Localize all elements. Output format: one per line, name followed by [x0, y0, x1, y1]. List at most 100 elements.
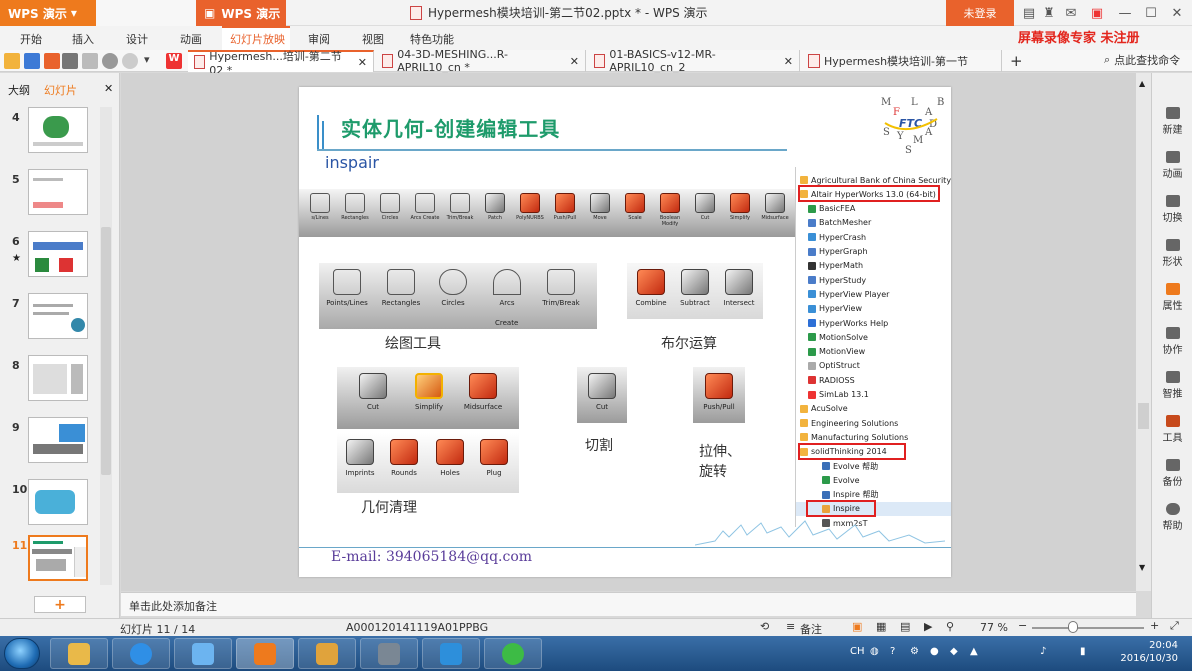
close-icon[interactable]: ✕ [104, 82, 113, 95]
notes-pane[interactable]: 单击此处添加备注 [121, 592, 1136, 616]
recovery-icon[interactable]: ⟲ [760, 620, 769, 633]
tab-slides[interactable]: 幻灯片 [44, 82, 77, 98]
save-icon[interactable] [24, 53, 40, 69]
wps-logo-icon[interactable]: W [166, 53, 182, 69]
ime-icon[interactable]: ◍ [870, 646, 879, 657]
scroll-down-icon[interactable]: ▼ [1139, 563, 1145, 572]
scrollbar-thumb[interactable] [101, 227, 111, 475]
export-pdf-icon[interactable] [44, 53, 60, 69]
menu-insert[interactable]: 插入 [72, 31, 94, 47]
taskbar-app-bird[interactable] [174, 638, 232, 669]
arcs-tool: Arcs [483, 269, 531, 307]
chevron-down-icon[interactable]: ▾ [144, 53, 154, 69]
transition-button[interactable]: 切换 [1152, 195, 1192, 224]
tab-outline[interactable]: 大纲 [8, 82, 30, 98]
open-folder-icon[interactable] [4, 53, 20, 69]
menu-view[interactable]: 视图 [362, 31, 384, 47]
feedback-icon[interactable]: ✉ [1062, 4, 1080, 22]
active-app-tab[interactable]: ▣ WPS 演示 [196, 0, 286, 26]
normal-view-icon[interactable]: ▣ [852, 620, 862, 633]
sorter-view-icon[interactable]: ▦ [876, 620, 886, 633]
zoom-slider[interactable] [1032, 627, 1144, 629]
wps-app-button[interactable]: WPS 演示 ▾ [0, 0, 96, 26]
slide-thumbnail[interactable]: 5 [0, 169, 100, 221]
settings-icon[interactable]: ⚙ [910, 646, 919, 657]
print-icon[interactable] [62, 53, 78, 69]
command-search[interactable]: ⌕ 点此查找命令 [1104, 52, 1180, 68]
shape-button[interactable]: 形状 [1152, 239, 1192, 268]
slide-thumbnail-active[interactable]: 11 [0, 535, 100, 587]
undo-icon[interactable] [102, 53, 118, 69]
taskbar-app-g[interactable] [422, 638, 480, 669]
menu-review[interactable]: 审阅 [308, 31, 330, 47]
zoom-in-icon[interactable]: + [1150, 619, 1159, 632]
animation-button[interactable]: 动画 [1152, 151, 1192, 180]
scroll-up-icon[interactable]: ▲ [1139, 79, 1145, 88]
new-button[interactable]: 新建 [1152, 107, 1192, 136]
new-tab-button[interactable]: + [1004, 50, 1028, 72]
slideshow-icon[interactable]: ▶ [924, 620, 932, 633]
menu-special[interactable]: 特色功能 [410, 31, 454, 47]
doc-tab-basics[interactable]: 01-BASICS-v12-MR-APRIL10_cn_2 ✕ [588, 48, 800, 74]
menu-slideshow[interactable]: 幻灯片放映 [230, 31, 285, 47]
home-tab[interactable] [96, 0, 196, 26]
close-icon[interactable]: ✕ [784, 55, 793, 68]
taskbar-app-blue[interactable] [112, 638, 170, 669]
close-icon[interactable]: ✕ [1168, 4, 1186, 22]
notes-toggle-icon[interactable]: ≡ [786, 620, 795, 633]
location-icon[interactable]: ⚲ [946, 620, 954, 633]
close-icon[interactable]: ✕ [358, 56, 367, 69]
slide-thumbnail[interactable]: 7 [0, 293, 100, 345]
system-clock[interactable]: 20:04 2016/10/30 [1108, 639, 1178, 665]
properties-button[interactable]: 属性 [1152, 283, 1192, 312]
taskbar-hypermesh[interactable] [298, 638, 356, 669]
shirt-icon[interactable]: ♜ [1040, 4, 1058, 22]
doc-tab-3d-meshing[interactable]: 04-3D-MESHING...R-APRIL10_cn * ✕ [376, 48, 586, 74]
antivirus-icon[interactable]: ◆ [950, 646, 958, 657]
taskbar-wps-presentation[interactable] [236, 638, 294, 669]
menu-animation[interactable]: 动画 [180, 31, 202, 47]
doc-tab-hypermesh-2[interactable]: Hypermesh...培训-第二节02 * ✕ [188, 50, 374, 77]
menu-start[interactable]: 开始 [20, 31, 42, 47]
slides-scrollbar[interactable] [100, 107, 112, 585]
close-icon[interactable]: ✕ [570, 55, 579, 68]
maximize-icon[interactable]: ☐ [1142, 4, 1160, 22]
preview-icon[interactable] [82, 53, 98, 69]
start-button[interactable] [4, 638, 40, 669]
taskbar-explorer[interactable] [50, 638, 108, 669]
add-slide-button[interactable]: + [34, 596, 86, 613]
slide-thumbnail[interactable]: 9 [0, 417, 100, 469]
scrollbar-thumb[interactable] [1138, 403, 1149, 429]
signal-icon[interactable]: ▮ [1080, 646, 1086, 657]
zoom-slider-handle[interactable] [1068, 621, 1078, 633]
fit-window-icon[interactable]: ⤢ [1170, 619, 1179, 633]
backup-button[interactable]: 备份 [1152, 459, 1192, 488]
skin-icon[interactable]: ▤ [1020, 4, 1038, 22]
reading-view-icon[interactable]: ▤ [900, 620, 910, 633]
help-tray-icon[interactable]: ? [890, 646, 895, 657]
help-button[interactable]: 帮助 [1152, 503, 1192, 532]
record-tray-icon[interactable]: ● [930, 646, 939, 657]
minimize-icon[interactable]: — [1116, 4, 1134, 22]
current-slide[interactable]: 实体几何-创建编辑工具 inspair M F L A B FTC D S Y … [299, 87, 951, 577]
network-icon[interactable]: ▲ [970, 646, 978, 657]
zoom-out-icon[interactable]: − [1018, 619, 1027, 632]
doc-tab-hypermesh-1[interactable]: Hypermesh模块培训-第一节 [802, 50, 1002, 72]
notes-toggle-button[interactable]: 备注 [800, 621, 822, 637]
menu-design[interactable]: 设计 [126, 31, 148, 47]
canvas-scrollbar[interactable]: ▲ ▼ [1136, 73, 1151, 591]
taskbar-app-green[interactable] [484, 638, 542, 669]
tools-button[interactable]: 工具 [1152, 415, 1192, 444]
volume-icon[interactable]: ♪ [1040, 646, 1046, 657]
input-language[interactable]: CH [850, 646, 865, 657]
slide-thumbnail[interactable]: 10 [0, 479, 100, 531]
login-button[interactable]: 未登录 [946, 0, 1014, 26]
slide-thumbnail[interactable]: 8 [0, 355, 100, 407]
collaborate-button[interactable]: 协作 [1152, 327, 1192, 356]
redo-icon[interactable] [122, 53, 138, 69]
slide-thumbnail[interactable]: 4 [0, 107, 100, 159]
smart-push-button[interactable]: 智推 [1152, 371, 1192, 400]
record-icon[interactable]: ▣ [1088, 4, 1106, 22]
taskbar-app-grid[interactable] [360, 638, 418, 669]
slide-thumbnail[interactable]: 6 ★ [0, 231, 100, 283]
